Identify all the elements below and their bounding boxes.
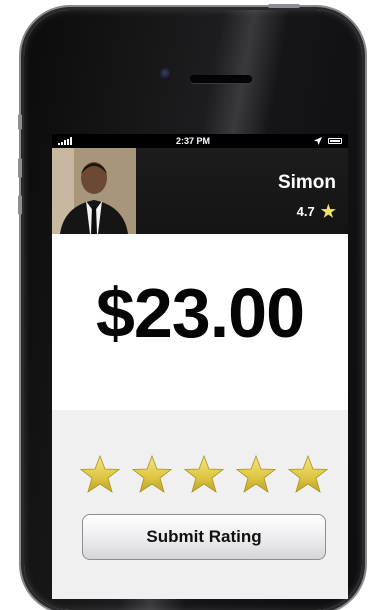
app-screen: 2:37 PM Simon 4.7 ★ $23.00 Submit Rating: [52, 134, 348, 599]
driver-avatar: [52, 148, 136, 234]
volume-up-button: [18, 158, 22, 178]
battery-icon: [327, 138, 342, 144]
driver-photo: [52, 148, 136, 234]
star-icon[interactable]: [80, 455, 120, 493]
driver-rating-value: 4.7: [296, 204, 315, 219]
fare-section: $23.00: [52, 234, 348, 410]
volume-down-button: [18, 195, 22, 215]
star-icon[interactable]: [184, 455, 224, 493]
star-icon[interactable]: [236, 455, 276, 493]
status-time: 2:37 PM: [175, 136, 210, 146]
location-arrow-icon: [313, 137, 322, 145]
signal-bars-icon: [58, 137, 72, 145]
star-icon[interactable]: [132, 455, 172, 493]
rating-section: Submit Rating: [52, 410, 348, 599]
star-icon[interactable]: [288, 455, 328, 493]
earpiece-speaker: [190, 75, 252, 83]
driver-header: Simon 4.7 ★: [52, 148, 348, 234]
fare-amount: $23.00: [95, 274, 305, 352]
mute-switch: [18, 114, 22, 130]
driver-rating: 4.7 ★: [297, 203, 336, 220]
star-icon: ★: [320, 202, 336, 221]
camera-icon: [160, 68, 172, 80]
status-bar: 2:37 PM: [52, 134, 348, 148]
star-rating: [80, 455, 328, 493]
driver-name: Simon: [277, 172, 336, 193]
submit-rating-button[interactable]: Submit Rating: [82, 514, 326, 560]
sleep-button: [268, 4, 300, 8]
